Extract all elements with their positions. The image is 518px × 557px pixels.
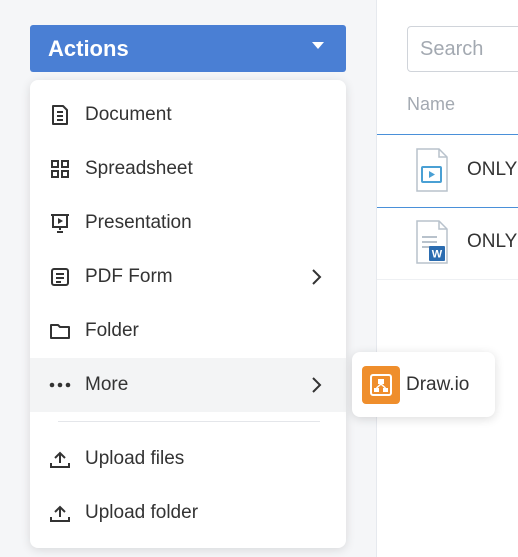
submenu-item-label: Draw.io xyxy=(406,373,470,395)
table-row[interactable]: ONLY xyxy=(377,135,518,207)
menu-item-label: Presentation xyxy=(85,212,192,233)
menu-item-upload-folder[interactable]: Upload folder xyxy=(30,486,346,540)
menu-item-upload-files[interactable]: Upload files xyxy=(30,432,346,486)
row-divider xyxy=(377,279,518,280)
presentation-file-icon xyxy=(416,148,448,192)
pdf-form-icon xyxy=(48,265,72,289)
menu-item-label: Spreadsheet xyxy=(85,158,193,179)
menu-item-folder[interactable]: Folder xyxy=(30,304,346,358)
file-name: ONLY xyxy=(467,159,518,180)
file-name: ONLY xyxy=(467,231,518,252)
actions-button[interactable]: Actions xyxy=(30,25,346,72)
menu-item-pdf-form[interactable]: PDF Form xyxy=(30,250,346,304)
menu-item-label: Upload files xyxy=(85,448,185,469)
search-box[interactable] xyxy=(407,26,518,72)
document-icon xyxy=(48,103,72,127)
word-document-file-icon: W xyxy=(416,220,448,264)
chevron-right-icon xyxy=(312,269,322,285)
menu-item-more[interactable]: More xyxy=(30,358,346,412)
more-dots-icon xyxy=(48,373,72,397)
menu-item-label: More xyxy=(85,374,129,395)
menu-item-label: Upload folder xyxy=(85,502,199,523)
upload-icon xyxy=(48,501,72,525)
caret-down-icon xyxy=(312,42,324,49)
drawio-icon xyxy=(362,365,400,404)
menu-item-spreadsheet[interactable]: Spreadsheet xyxy=(30,142,346,196)
actions-menu: Document Spreadsheet Presentation PDF Fo… xyxy=(30,80,346,548)
spreadsheet-icon xyxy=(48,157,72,181)
presentation-icon xyxy=(48,211,72,235)
column-header-name[interactable]: Name xyxy=(407,94,455,115)
svg-text:W: W xyxy=(432,249,443,261)
table-row[interactable]: W ONLY xyxy=(377,207,518,279)
menu-item-label: Document xyxy=(85,104,172,125)
menu-item-document[interactable]: Document xyxy=(30,88,346,142)
chevron-right-icon xyxy=(312,377,322,393)
submenu-drawio[interactable]: Draw.io xyxy=(352,352,495,417)
menu-item-label: Folder xyxy=(85,320,139,341)
actions-label: Actions xyxy=(48,35,129,61)
search-input[interactable] xyxy=(420,37,518,61)
upload-icon xyxy=(48,447,72,471)
menu-divider xyxy=(58,421,320,422)
menu-item-presentation[interactable]: Presentation xyxy=(30,196,346,250)
folder-icon xyxy=(48,319,72,343)
menu-item-label: PDF Form xyxy=(85,266,173,287)
